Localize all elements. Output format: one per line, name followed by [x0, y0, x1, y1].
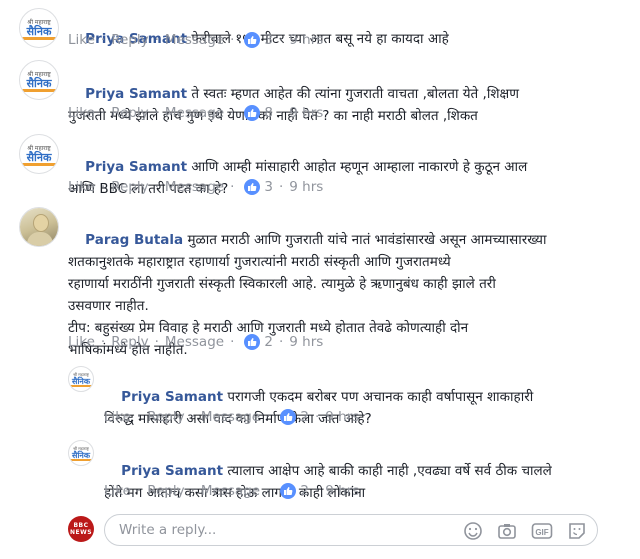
reply-link[interactable]: Reply: [111, 32, 148, 48]
avatar-text: सैनिक: [26, 76, 52, 90]
commenter-name[interactable]: Parag Butala: [85, 232, 183, 248]
thumbs-up-icon[interactable]: [244, 334, 261, 350]
bbc-news-avatar: BBC NEWS: [68, 516, 94, 542]
message-link[interactable]: Message: [165, 32, 224, 48]
like-link[interactable]: Like: [68, 179, 95, 195]
svg-text:GIF: GIF: [535, 528, 548, 537]
like-count: 3: [264, 32, 273, 48]
timestamp[interactable]: 9 hrs: [289, 105, 323, 121]
comment-actions: Like · Reply · Message · 2 · 9 hrs: [104, 409, 360, 425]
thumbs-up-icon[interactable]: [280, 409, 297, 425]
commenter-name[interactable]: Priya Samant: [121, 389, 223, 405]
timestamp[interactable]: 9 hrs: [325, 409, 359, 425]
thumbs-up-icon[interactable]: [244, 32, 261, 48]
like-link[interactable]: Like: [104, 409, 131, 425]
like-count: 3: [264, 179, 273, 195]
commenter-name[interactable]: Priya Samant: [85, 159, 187, 175]
comment-actions: Like · Reply · Message · 8 · 9 hrs: [68, 105, 324, 121]
commenter-name[interactable]: Priya Samant: [121, 463, 223, 479]
message-link[interactable]: Message: [165, 105, 224, 121]
avatar-text: सैनिक: [26, 150, 52, 164]
like-count: 2: [300, 483, 309, 499]
avatar[interactable]: श्री महाराष्ट्र सैनिक: [68, 440, 94, 466]
thumbs-up-icon[interactable]: [244, 105, 261, 121]
comment-text: शतकानुशतके महाराष्ट्रात रहाणार्या गुजरात…: [68, 254, 451, 270]
avatar-text: सैनिक: [26, 24, 52, 38]
reply-link[interactable]: Reply: [147, 483, 184, 499]
message-link[interactable]: Message: [201, 409, 260, 425]
timestamp[interactable]: 9 hrs: [289, 32, 323, 48]
like-link[interactable]: Like: [68, 105, 95, 121]
timestamp[interactable]: 9 hrs: [289, 179, 323, 195]
smiley-icon[interactable]: [463, 521, 483, 541]
like-count: 8: [264, 105, 273, 121]
reply-placeholder: Write a reply...: [119, 522, 217, 538]
reply-link[interactable]: Reply: [111, 334, 148, 350]
thumbs-up-icon[interactable]: [244, 179, 261, 195]
gif-icon[interactable]: GIF: [531, 521, 553, 541]
sticker-icon[interactable]: [567, 521, 587, 541]
like-count: 2: [264, 334, 273, 350]
like-count: 2: [300, 409, 309, 425]
reply-input[interactable]: Write a reply... GIF: [104, 514, 598, 546]
avatar-text: NEWS: [69, 529, 93, 536]
timestamp[interactable]: 9 hrs: [325, 483, 359, 499]
like-link[interactable]: Like: [104, 483, 131, 499]
comment-actions: Like · Reply · Message · 3 · 9 hrs: [68, 179, 324, 195]
reply-link[interactable]: Reply: [111, 179, 148, 195]
like-link[interactable]: Like: [68, 334, 95, 350]
avatar[interactable]: श्री महाराष्ट्र सैनिक: [68, 366, 94, 392]
comment-text: उसवणार नाहीत.: [68, 298, 149, 314]
reply-link[interactable]: Reply: [147, 409, 184, 425]
like-link[interactable]: Like: [68, 32, 95, 48]
thumbs-up-icon[interactable]: [280, 483, 297, 499]
commenter-name[interactable]: Priya Samant: [85, 86, 187, 102]
camera-icon[interactable]: [497, 521, 517, 541]
reply-link[interactable]: Reply: [111, 105, 148, 121]
avatar[interactable]: श्री महाराष्ट्र सैनिक: [19, 134, 59, 174]
comment-actions: Like · Reply · Message · 3 · 9 hrs: [68, 32, 324, 48]
timestamp[interactable]: 9 hrs: [289, 334, 323, 350]
comment-text: त्यालाच आक्षेप आहे बाकी काही नाही ,एवढ्य…: [227, 463, 552, 479]
avatar[interactable]: श्री महाराष्ट्र सैनिक: [19, 60, 59, 100]
avatar[interactable]: श्री महाराष्ट्र सैनिक: [19, 8, 59, 48]
comment-text: मुळात मराठी आणि गुजराती यांचे नातं भावंड…: [187, 232, 547, 248]
message-link[interactable]: Message: [165, 179, 224, 195]
avatar-text: BBC: [73, 522, 89, 529]
message-link[interactable]: Message: [165, 334, 224, 350]
comment-text: ते स्वतः म्हणत आहेत की त्यांना गुजराती व…: [191, 86, 519, 102]
comment-text: आणि आम्ही मांसाहारी आहोत म्हणून आम्हाला …: [191, 159, 528, 175]
avatar[interactable]: [19, 207, 59, 247]
comment-text: रहाणार्या मराठींनी गुजराती संस्कृती स्वि…: [68, 276, 496, 292]
comment-actions: Like · Reply · Message · 2 · 9 hrs: [104, 483, 360, 499]
comment-actions: Like · Reply · Message · 2 · 9 hrs: [68, 334, 324, 350]
message-link[interactable]: Message: [201, 483, 260, 499]
comment-text: परागजी एकदम बरोबर पण अचानक काही वर्षापास…: [227, 389, 534, 405]
